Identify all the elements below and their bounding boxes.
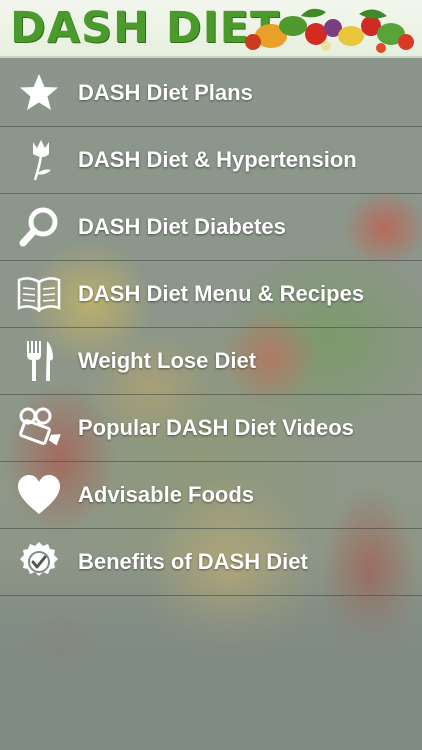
menu-item-benefits[interactable]: Benefits of DASH Diet [0, 529, 422, 596]
main-menu: DASH Diet Plans DASH Diet & Hypertension… [0, 60, 422, 596]
star-icon [0, 60, 78, 127]
menu-item-videos[interactable]: Popular DASH Diet Videos [0, 395, 422, 462]
menu-item-label: Popular DASH Diet Videos [78, 415, 354, 440]
video-camera-icon [0, 395, 78, 462]
menu-item-label: DASH Diet Menu & Recipes [78, 281, 365, 306]
heart-icon [0, 462, 78, 529]
menu-item-diet-plans[interactable]: DASH Diet Plans [0, 60, 422, 127]
menu-item-hypertension[interactable]: DASH Diet & Hypertension [0, 127, 422, 194]
app-title: DASH DIET [10, 3, 281, 53]
menu-item-label: Benefits of DASH Diet [78, 549, 308, 574]
menu-item-label: DASH Diet Diabetes [78, 214, 286, 239]
menu-item-label: DASH Diet & Hypertension [78, 147, 357, 172]
menu-item-label: Weight Lose Diet [78, 348, 257, 373]
fork-knife-icon [0, 328, 78, 395]
magnifier-icon [0, 194, 78, 261]
tulip-icon [0, 127, 78, 194]
menu-item-weight-lose[interactable]: Weight Lose Diet [0, 328, 422, 395]
menu-item-diabetes[interactable]: DASH Diet Diabetes [0, 194, 422, 261]
vegetables-banner-image [245, 8, 414, 53]
menu-item-label: Advisable Foods [78, 482, 255, 507]
app-header: DASH DIET [0, 0, 422, 58]
menu-item-advisable-foods[interactable]: Advisable Foods [0, 462, 422, 529]
menu-item-menu-recipes[interactable]: DASH Diet Menu & Recipes [0, 261, 422, 328]
check-badge-icon [0, 529, 78, 596]
open-book-icon [0, 261, 78, 328]
menu-item-label: DASH Diet Plans [78, 80, 253, 105]
